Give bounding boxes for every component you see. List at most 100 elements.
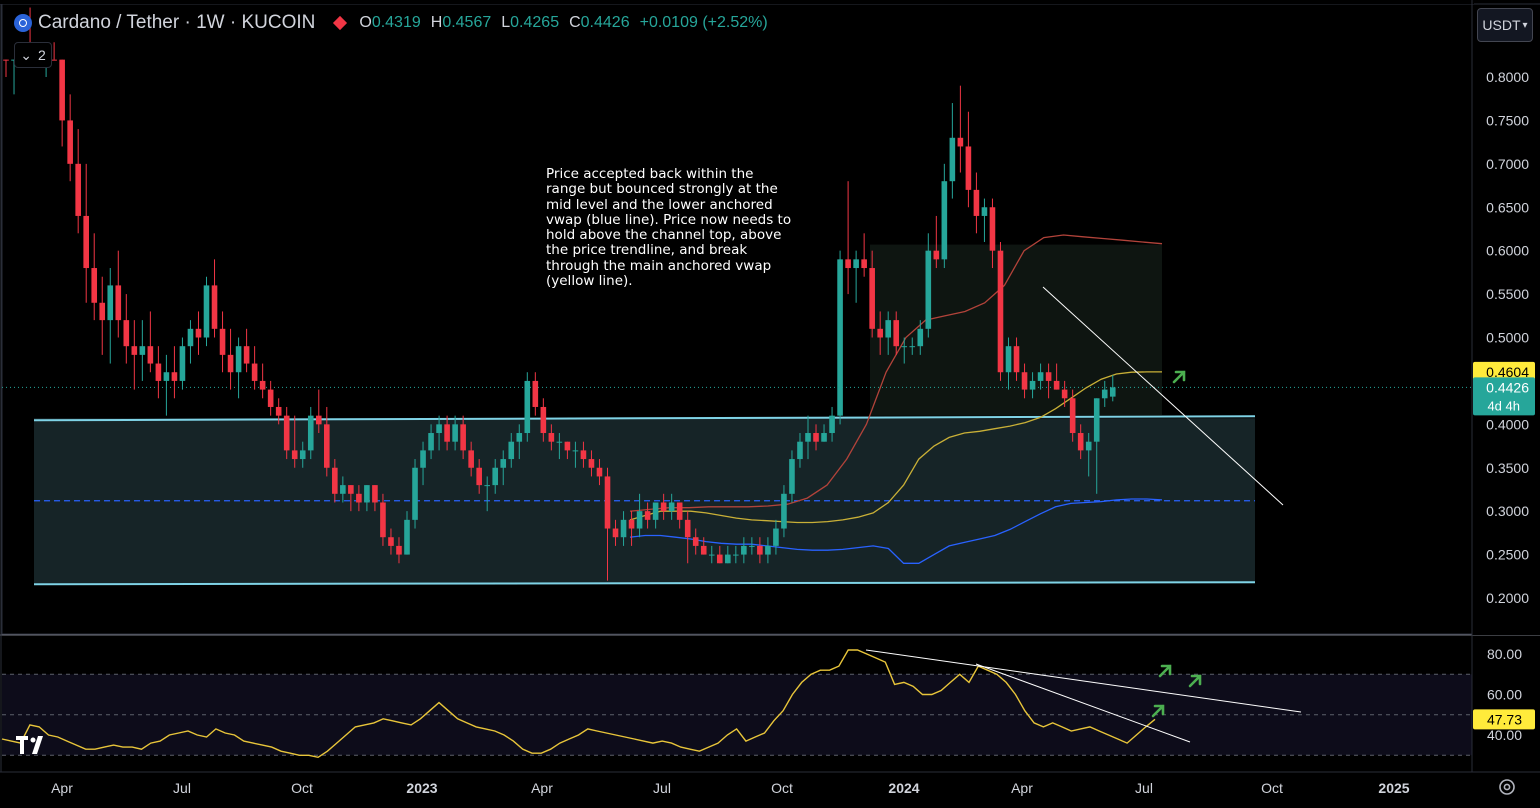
candle-body <box>652 502 659 520</box>
price-tick-label: 0.8000 <box>1486 69 1529 85</box>
candle-body <box>283 415 290 451</box>
candle-body <box>163 372 170 381</box>
candle-body <box>356 493 362 503</box>
candle-body <box>781 493 787 529</box>
time-tick-label: Apr <box>531 780 553 796</box>
price-tick-label: 0.7000 <box>1486 156 1529 172</box>
candle-body <box>684 519 691 538</box>
candle <box>837 250 843 425</box>
indicator-count: 2 <box>37 47 46 63</box>
candle-body <box>1061 389 1068 399</box>
rsi-value-label: 47.73 <box>1487 711 1522 727</box>
candle <box>997 241 1004 381</box>
chart-annotation[interactable]: Price accepted back within the range but… <box>546 166 806 289</box>
candle-body <box>644 511 651 520</box>
time-tick-label: Apr <box>51 780 73 796</box>
candle-body <box>147 346 154 364</box>
price-tick-label: 0.7500 <box>1486 112 1529 128</box>
change-value: +0.0109 (+2.52%) <box>639 14 768 31</box>
candle-body <box>452 424 458 442</box>
candle-body <box>243 346 250 364</box>
candle-body <box>749 545 755 547</box>
countdown-label: 4d 4h <box>1487 398 1520 413</box>
candle-body <box>757 545 763 555</box>
candle-body <box>676 502 683 520</box>
candle-body <box>123 320 130 347</box>
candle-body <box>1077 433 1084 451</box>
indicators-toggle-button[interactable]: ⌄ 2 <box>14 42 52 68</box>
price-axis-bg <box>1472 5 1540 635</box>
candle-body <box>259 380 266 390</box>
candle-body <box>700 545 707 555</box>
open-value: 0.4319 <box>371 14 421 31</box>
candle-body <box>67 120 73 164</box>
candle-body <box>83 215 89 269</box>
candle-body <box>1013 346 1020 373</box>
candle-body <box>869 268 875 329</box>
price-tick-label: 0.5500 <box>1486 286 1529 302</box>
time-tick-label: Apr <box>1011 780 1033 796</box>
candle-body <box>251 363 258 381</box>
candle-body <box>420 450 426 468</box>
candle-body <box>396 545 402 555</box>
price-tick-label: 0.2500 <box>1486 547 1529 563</box>
candle-body <box>3 59 9 61</box>
candle-body <box>436 424 442 434</box>
currency-button[interactable]: USDT ▾ <box>1477 8 1533 42</box>
candle <box>412 459 418 529</box>
rsi-tick-label: 80.00 <box>1487 646 1522 662</box>
settings-gear-icon[interactable] <box>1496 776 1518 798</box>
candle-body <box>1045 372 1052 381</box>
candle-body <box>340 485 346 494</box>
candle-body <box>1053 380 1060 390</box>
time-tick-label: Oct <box>771 780 793 796</box>
candle-body <box>492 467 499 486</box>
candle-body <box>227 354 234 373</box>
candle-body <box>668 502 675 512</box>
price-tick-label: 0.4000 <box>1486 416 1529 432</box>
candle-body <box>1109 387 1116 397</box>
top-mask <box>0 0 1474 4</box>
candle-body <box>861 259 867 269</box>
candle-body <box>572 450 579 452</box>
candle-body <box>1021 372 1028 390</box>
candle <box>203 276 210 347</box>
candle-body <box>925 250 932 329</box>
candle-body <box>187 328 194 347</box>
candle-body <box>989 207 996 251</box>
candle-body <box>267 389 274 407</box>
candle-body <box>171 372 178 381</box>
currency-label: USDT <box>1482 17 1521 33</box>
candle-body <box>139 346 146 355</box>
candle-body <box>412 467 418 520</box>
cardano-logo-icon <box>14 14 32 32</box>
open-label: O <box>359 14 372 31</box>
candle-body <box>733 554 739 556</box>
time-axis: Apr Jul Oct 2023 Apr Jul Oct 2024 Apr Jul Oct 2025 <box>0 771 1540 796</box>
rsi-tick-label: 60.00 <box>1487 687 1522 703</box>
candle-body <box>829 415 835 434</box>
time-tick-label: 2023 <box>406 780 437 796</box>
time-tick-label: Jul <box>173 780 191 796</box>
candle-body <box>965 146 972 190</box>
tv-logo-part <box>30 737 36 743</box>
rsi-pane <box>1 649 1472 759</box>
time-tick-label: Oct <box>291 780 313 796</box>
market-status-icon <box>333 15 348 31</box>
candle-body <box>476 467 482 486</box>
candle <box>524 372 531 442</box>
price-chart[interactable]: 0.8000 0.7500 0.7000 0.6500 0.6000 0.5500 0.50… <box>0 0 1540 808</box>
candle-body <box>1093 398 1100 442</box>
candle-body <box>556 441 563 443</box>
candle-body <box>596 467 603 477</box>
candle-body <box>885 320 891 338</box>
candle-body <box>957 137 964 147</box>
time-tick-label: Oct <box>1261 780 1283 796</box>
candle-body <box>99 302 106 321</box>
candle-body <box>853 259 859 269</box>
candle-body <box>917 328 924 347</box>
rsi-tick-label: 40.00 <box>1487 727 1522 743</box>
time-tick-label: Jul <box>1135 780 1153 796</box>
symbol-title[interactable]: Cardano / Tether · 1W · KUCOIN <box>38 12 315 34</box>
candle-body <box>524 380 531 434</box>
